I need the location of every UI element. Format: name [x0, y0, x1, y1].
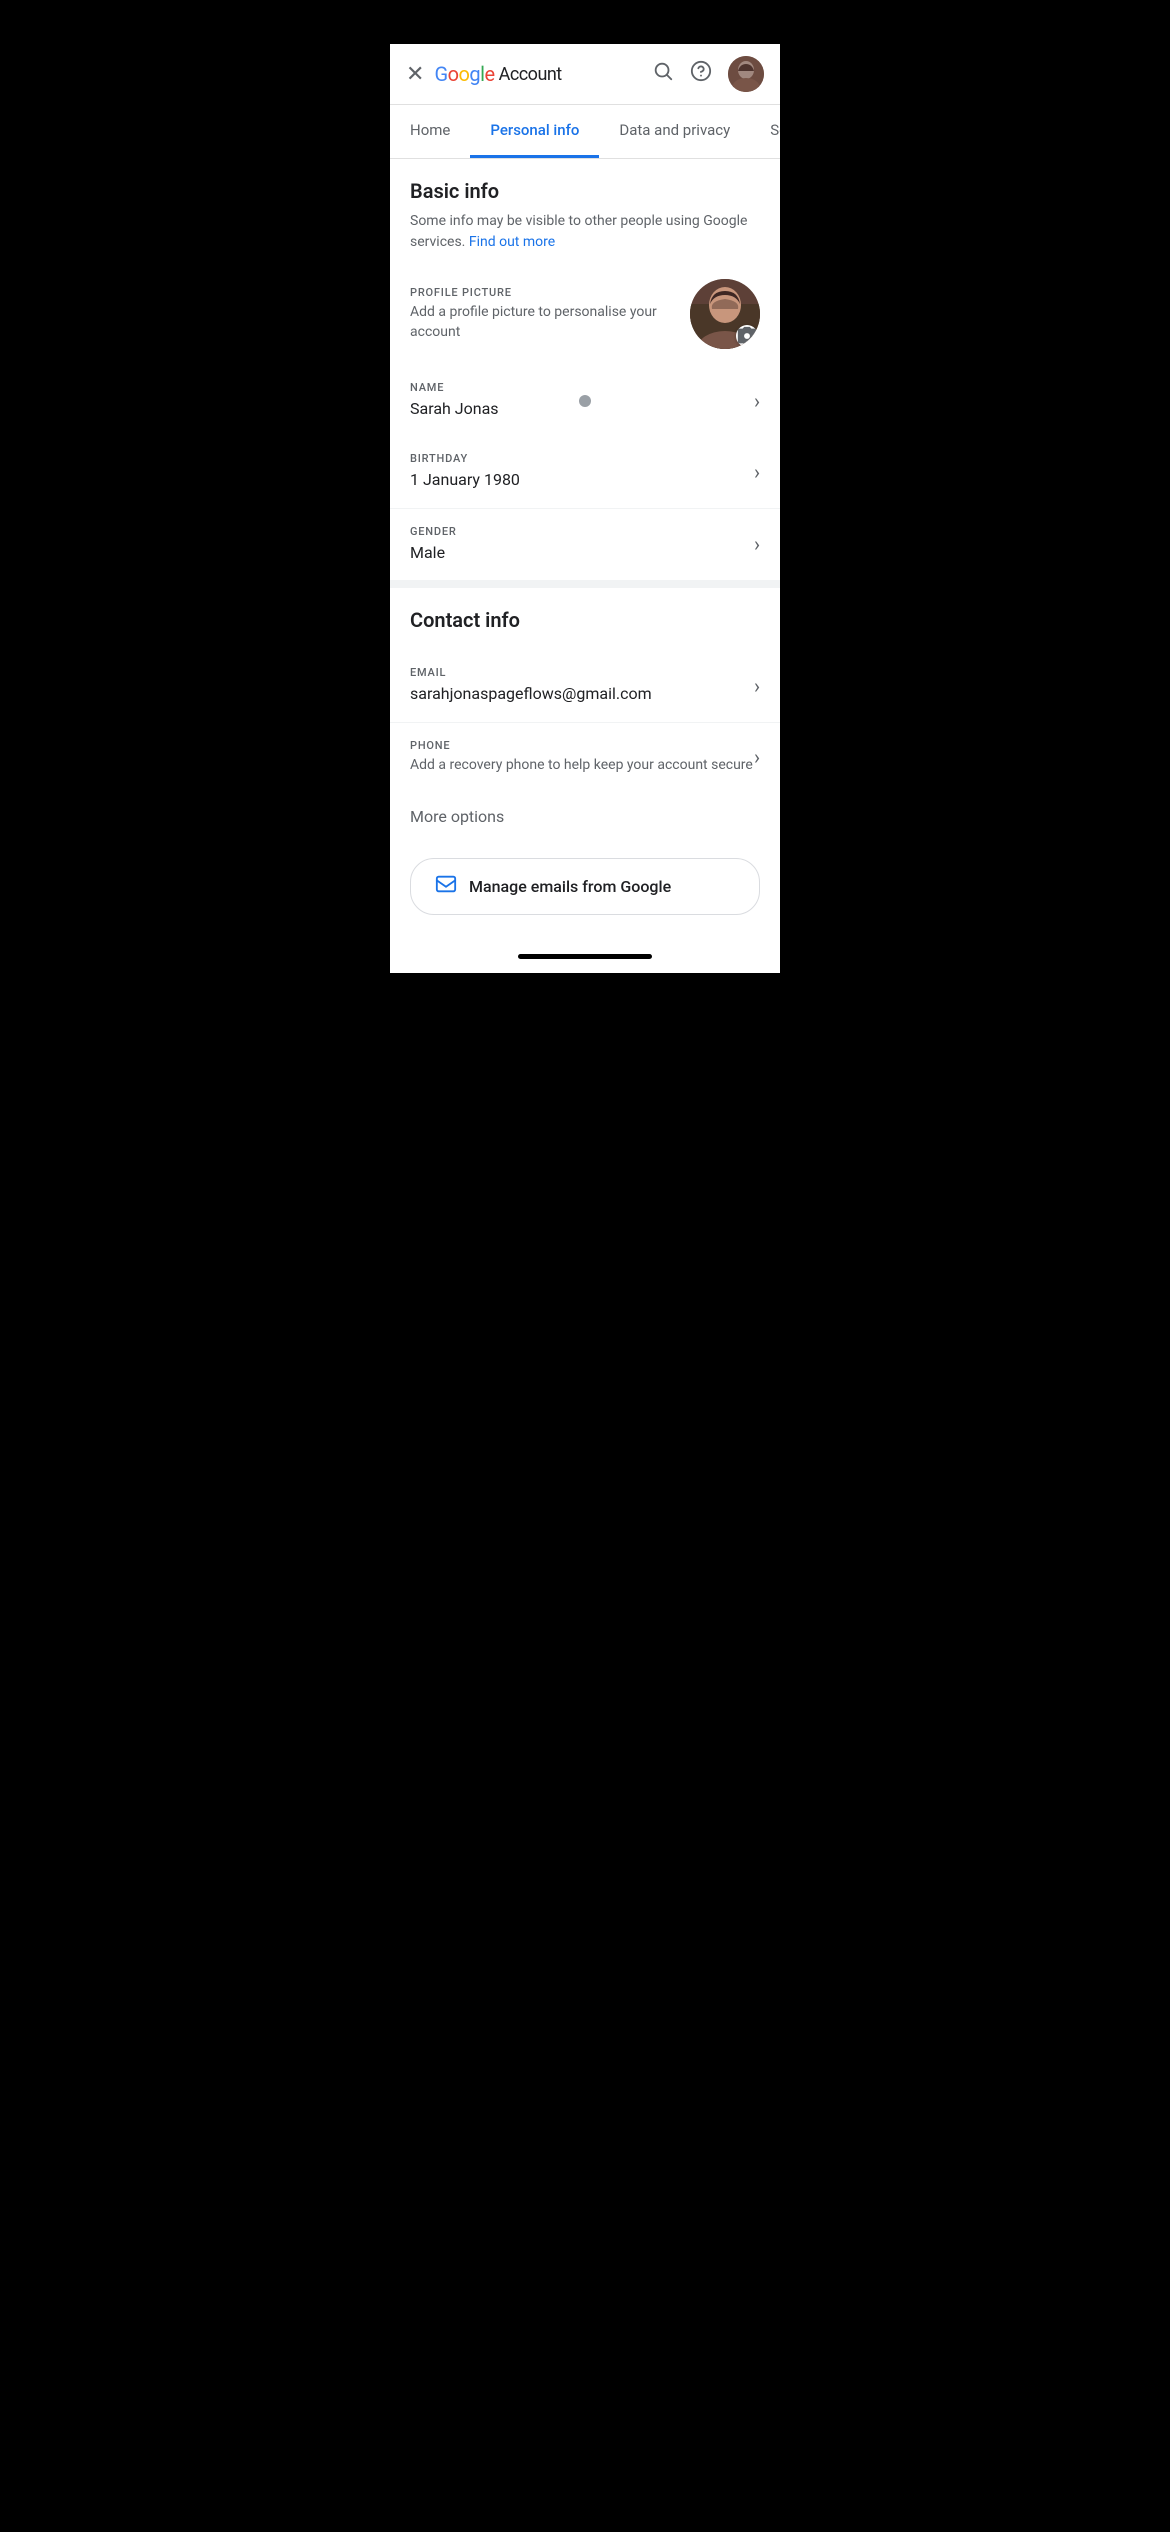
name-row[interactable]: NAME Sarah Jonas › — [390, 365, 780, 436]
email-chevron-icon: › — [754, 674, 760, 698]
basic-info-section-header: Basic info Some info may be visible to o… — [390, 159, 780, 263]
manage-emails-icon — [435, 873, 457, 900]
close-icon[interactable]: ✕ — [406, 62, 424, 87]
email-info: EMAIL sarahjonaspageflows@gmail.com — [410, 666, 754, 705]
google-e-letter: e — [484, 62, 494, 86]
gender-chevron-icon: › — [754, 532, 760, 556]
gender-row[interactable]: GENDER Male › — [390, 509, 780, 580]
search-icon[interactable] — [652, 60, 674, 88]
basic-info-subtitle: Some info may be visible to other people… — [410, 211, 760, 253]
birthday-value: 1 January 1980 — [410, 469, 754, 491]
gender-label: GENDER — [410, 525, 754, 538]
email-row[interactable]: EMAIL sarahjonaspageflows@gmail.com › — [390, 650, 780, 722]
find-out-more-link[interactable]: Find out more — [469, 234, 555, 250]
nav-tabs: Home Personal info Data and privacy Sec — [390, 105, 780, 159]
tab-personal-info[interactable]: Personal info — [470, 105, 599, 158]
google-g2-letter: g — [469, 62, 480, 86]
manage-emails-label: Manage emails from Google — [469, 877, 671, 896]
google-g-letter: G — [434, 62, 447, 86]
email-value: sarahjonaspageflows@gmail.com — [410, 683, 754, 705]
section-divider — [390, 580, 780, 588]
google-o1-letter: o — [448, 62, 459, 86]
phone-description: Add a recovery phone to help keep your a… — [410, 756, 754, 776]
home-bar — [518, 954, 652, 959]
birthday-info: BIRTHDAY 1 January 1980 — [410, 452, 754, 491]
profile-pic-info: PROFILE PICTURE Add a profile picture to… — [410, 286, 690, 342]
app-header: ✕ Google Account — [390, 44, 780, 105]
profile-pic-desc: Add a profile picture to personalise you… — [410, 303, 690, 342]
profile-picture-row[interactable]: PROFILE PICTURE Add a profile picture to… — [390, 263, 780, 365]
help-icon[interactable] — [690, 60, 712, 88]
tab-security[interactable]: Sec — [750, 105, 780, 158]
home-indicator — [390, 939, 780, 973]
phone-info: PHONE Add a recovery phone to help keep … — [410, 739, 754, 776]
email-label: EMAIL — [410, 666, 754, 679]
status-bar — [390, 0, 780, 44]
gender-value: Male — [410, 542, 754, 564]
birthday-label: BIRTHDAY — [410, 452, 754, 465]
account-text: Account — [499, 64, 562, 85]
tab-home[interactable]: Home — [390, 105, 470, 158]
dot-indicator — [579, 395, 591, 407]
contact-info-title: Contact info — [410, 608, 760, 632]
google-logo: Google Account — [434, 62, 561, 86]
manage-emails-button[interactable]: Manage emails from Google — [410, 858, 760, 915]
camera-icon — [736, 325, 758, 347]
profile-avatar — [690, 279, 760, 349]
name-chevron-icon: › — [754, 389, 760, 413]
birthday-chevron-icon: › — [754, 460, 760, 484]
phone-chevron-icon: › — [754, 745, 760, 769]
header-left: ✕ Google Account — [406, 62, 562, 87]
header-right — [652, 56, 764, 92]
more-options[interactable]: More options — [390, 791, 780, 842]
google-o2-letter: o — [458, 62, 469, 86]
tab-data-privacy[interactable]: Data and privacy — [599, 105, 750, 158]
birthday-row[interactable]: BIRTHDAY 1 January 1980 › — [390, 436, 780, 508]
gender-info: GENDER Male — [410, 525, 754, 564]
contact-info-section-header: Contact info — [390, 588, 780, 650]
profile-pic-label: PROFILE PICTURE — [410, 286, 690, 299]
page-content: Basic info Some info may be visible to o… — [390, 159, 780, 915]
avatar[interactable] — [728, 56, 764, 92]
name-label: NAME — [410, 381, 754, 394]
basic-info-title: Basic info — [410, 179, 760, 203]
phone-label: PHONE — [410, 739, 754, 752]
phone-row[interactable]: PHONE Add a recovery phone to help keep … — [390, 723, 780, 792]
